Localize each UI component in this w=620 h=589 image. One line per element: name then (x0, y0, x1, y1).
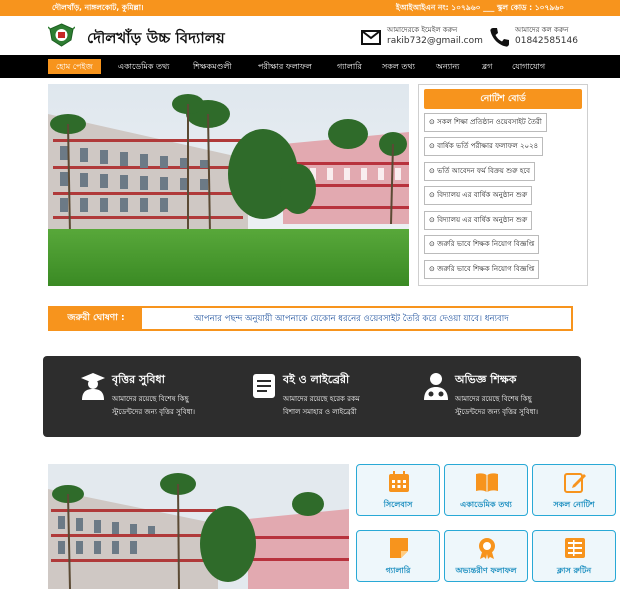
notice-item-text: বিদ্যালয় এর বার্ষিক অনুষ্ঠান শুরু (437, 191, 528, 199)
quick-link-label: একাডেমিক তথ্য (460, 500, 512, 509)
feature-title: অভিজ্ঞ শিক্ষক (455, 373, 517, 386)
quick-link-internal-results[interactable]: অভ্যন্তরীণ ফলাফল (444, 530, 528, 582)
notice-item-text: ভর্তি আবেদন ফর্ম বিক্রয় শুরু হবে (437, 167, 531, 175)
notice-item[interactable]: ⊙ সকল শিক্ষা প্রতিষ্ঠান ওয়েবসাইট তৈরী (424, 113, 547, 132)
nav-item-all-info[interactable]: সকল তথ্য (382, 59, 415, 74)
mail-icon (361, 30, 381, 45)
school-codes: ইআইআইএন নং: ১০৭৯৬০ ___ স্কুল কোড : ১০৭৯৬… (395, 3, 564, 12)
graduate-icon (81, 373, 105, 400)
school-logo-icon[interactable] (48, 23, 75, 47)
nav-item-academic[interactable]: একাডেমিক তথ্য (118, 59, 169, 74)
feature-desc: আমাদের রয়েছে বিশেষ কিছু (455, 395, 532, 403)
quick-link-academic-info[interactable]: একাডেমিক তথ্য (444, 464, 528, 516)
notice-item[interactable]: ⊙ বিদ্যালয় এর বার্ষিক অনুষ্ঠান শুরু (424, 186, 533, 205)
open-book-icon (476, 473, 498, 492)
notice-item[interactable]: ⊙ জরুরি ভাবে শিক্ষক নিয়োগ বিজ্ঞপ্তি (424, 235, 540, 254)
announcement-text[interactable]: আপনার পছন্দ অনুযায়ী আপনাকে যেকোন ধরনের … (194, 312, 509, 326)
feature-scholarship: বৃত্তির সুবিধা আমাদের রয়েছে বিশেষ কিছু … (80, 368, 250, 428)
quick-link-label: সকল নোটিশ (553, 500, 595, 509)
phone-label: আমাদের কল করুন (515, 26, 569, 34)
notice-item[interactable]: ⊙ জরুরি ভাবে শিক্ষক নিয়োগ বিজ্ঞপ্তি (424, 260, 540, 279)
nav-item-gallery[interactable]: গ্যালারি (337, 59, 362, 74)
feature-desc: বিশাল সমাহার ও লাইব্রেরী (283, 408, 357, 416)
notice-item[interactable]: ⊙ বার্ষিক ভর্তি পরীক্ষার ফলাফল ২০২৪ (424, 137, 544, 156)
feature-desc: স্টুডেন্টদের জন্য বৃত্তির সুবিধা। (455, 408, 539, 416)
announcement-label: জরুরী ঘোষণা : (50, 308, 142, 329)
nav-item-home[interactable]: হোম পেইজ (48, 59, 101, 74)
phone-icon (490, 28, 509, 47)
note-icon (390, 538, 408, 558)
feature-library: বই ও লাইব্রেরী আমাদের রয়েছে হরেক রকম বি… (251, 368, 421, 428)
nav-item-blog[interactable]: ব্লগ (482, 59, 492, 74)
features-section: বৃত্তির সুবিধা আমাদের রয়েছে বিশেষ কিছু … (43, 356, 581, 437)
nav-item-others[interactable]: অন্যান্য (436, 59, 459, 74)
routine-icon (565, 538, 585, 558)
nav-item-teachers[interactable]: শিক্ষকমণ্ডলী (193, 59, 232, 74)
book-icon (253, 374, 275, 398)
notice-item-text: জরুরি ভাবে শিক্ষক নিয়োগ বিজ্ঞপ্তি (437, 240, 535, 248)
notice-item-text: বিদ্যালয় এর বার্ষিক অনুষ্ঠান শুরু (437, 216, 528, 224)
top-bar: দৌলখাঁড়, নাঙ্গলকোট, কুমিল্লা। ইআইআইএন ন… (0, 0, 620, 16)
notice-item[interactable]: ⊙ বিদ্যালয় এর বার্ষিক অনুষ্ঠান শুরু (424, 211, 533, 230)
main-nav: হোম পেইজ একাডেমিক তথ্য শিক্ষকমণ্ডলী পরীক… (0, 55, 620, 78)
edit-icon (564, 473, 586, 493)
quick-link-syllabus[interactable]: সিলেবাস (356, 464, 440, 516)
feature-desc: আমাদের রয়েছে হরেক রকম (283, 395, 360, 403)
phone-number[interactable]: 01842585146 (515, 36, 578, 46)
site-header: দৌলখাঁড় উচ্চ বিদ্যালয় আমাদেরকে ইমেইল ক… (0, 16, 620, 54)
feature-desc: স্টুডেন্টদের জন্য বৃত্তির সুবিধা। (112, 408, 196, 416)
quick-link-label: ক্লাস রুটিন (556, 566, 592, 575)
feature-desc: আমাদের রয়েছে বিশেষ কিছু (112, 395, 189, 403)
notice-item-text: সকল শিক্ষা প্রতিষ্ঠান ওয়েবসাইট তৈরী (437, 118, 542, 126)
notice-item-text: বার্ষিক ভর্তি পরীক্ষার ফলাফল ২০২৪ (437, 142, 539, 150)
feature-title: বই ও লাইব্রেরী (283, 373, 350, 386)
quick-link-class-routine[interactable]: ক্লাস রুটিন (532, 530, 616, 582)
notice-item[interactable]: ⊙ ভর্তি আবেদন ফর্ম বিক্রয় শুরু হবে (424, 162, 536, 181)
email-address[interactable]: rakib732@gmail.com (387, 36, 483, 46)
quick-link-label: গ্যালারি (385, 566, 411, 575)
feature-title: বৃত্তির সুবিধা (112, 373, 165, 386)
nav-item-contact[interactable]: যোগাযোগ (512, 59, 545, 74)
school-name[interactable]: দৌলখাঁড় উচ্চ বিদ্যালয় (87, 27, 225, 52)
quick-link-label: অভ্যন্তরীণ ফলাফল (455, 566, 517, 575)
feature-teachers: অভিজ্ঞ শিক্ষক আমাদের রয়েছে বিশেষ কিছু স… (423, 368, 593, 428)
notice-board-title: নোটিশ বোর্ড (424, 89, 582, 109)
school-building-image (48, 464, 349, 589)
quick-link-gallery[interactable]: গ্যালারি (356, 530, 440, 582)
teacher-icon (424, 373, 448, 400)
certificate-icon (479, 538, 495, 559)
email-label: আমাদেরকে ইমেইল করুন (387, 26, 458, 34)
notice-item-text: জরুরি ভাবে শিক্ষক নিয়োগ বিজ্ঞপ্তি (437, 265, 535, 273)
quick-link-label: সিলেবাস (383, 500, 413, 509)
notice-board: নোটিশ বোর্ড ⊙ সকল শিক্ষা প্রতিষ্ঠান ওয়ে… (418, 84, 588, 286)
announcement-bar: জরুরী ঘোষণা : আপনার পছন্দ অনুযায়ী আপনাক… (48, 306, 573, 331)
quick-link-all-notices[interactable]: সকল নোটিশ (532, 464, 616, 516)
nav-item-results[interactable]: পরীক্ষার ফলাফল (258, 59, 312, 74)
school-building-slider[interactable] (48, 84, 409, 286)
calendar-icon (389, 471, 409, 492)
school-address: দৌলখাঁড়, নাঙ্গলকোট, কুমিল্লা। (52, 3, 144, 12)
